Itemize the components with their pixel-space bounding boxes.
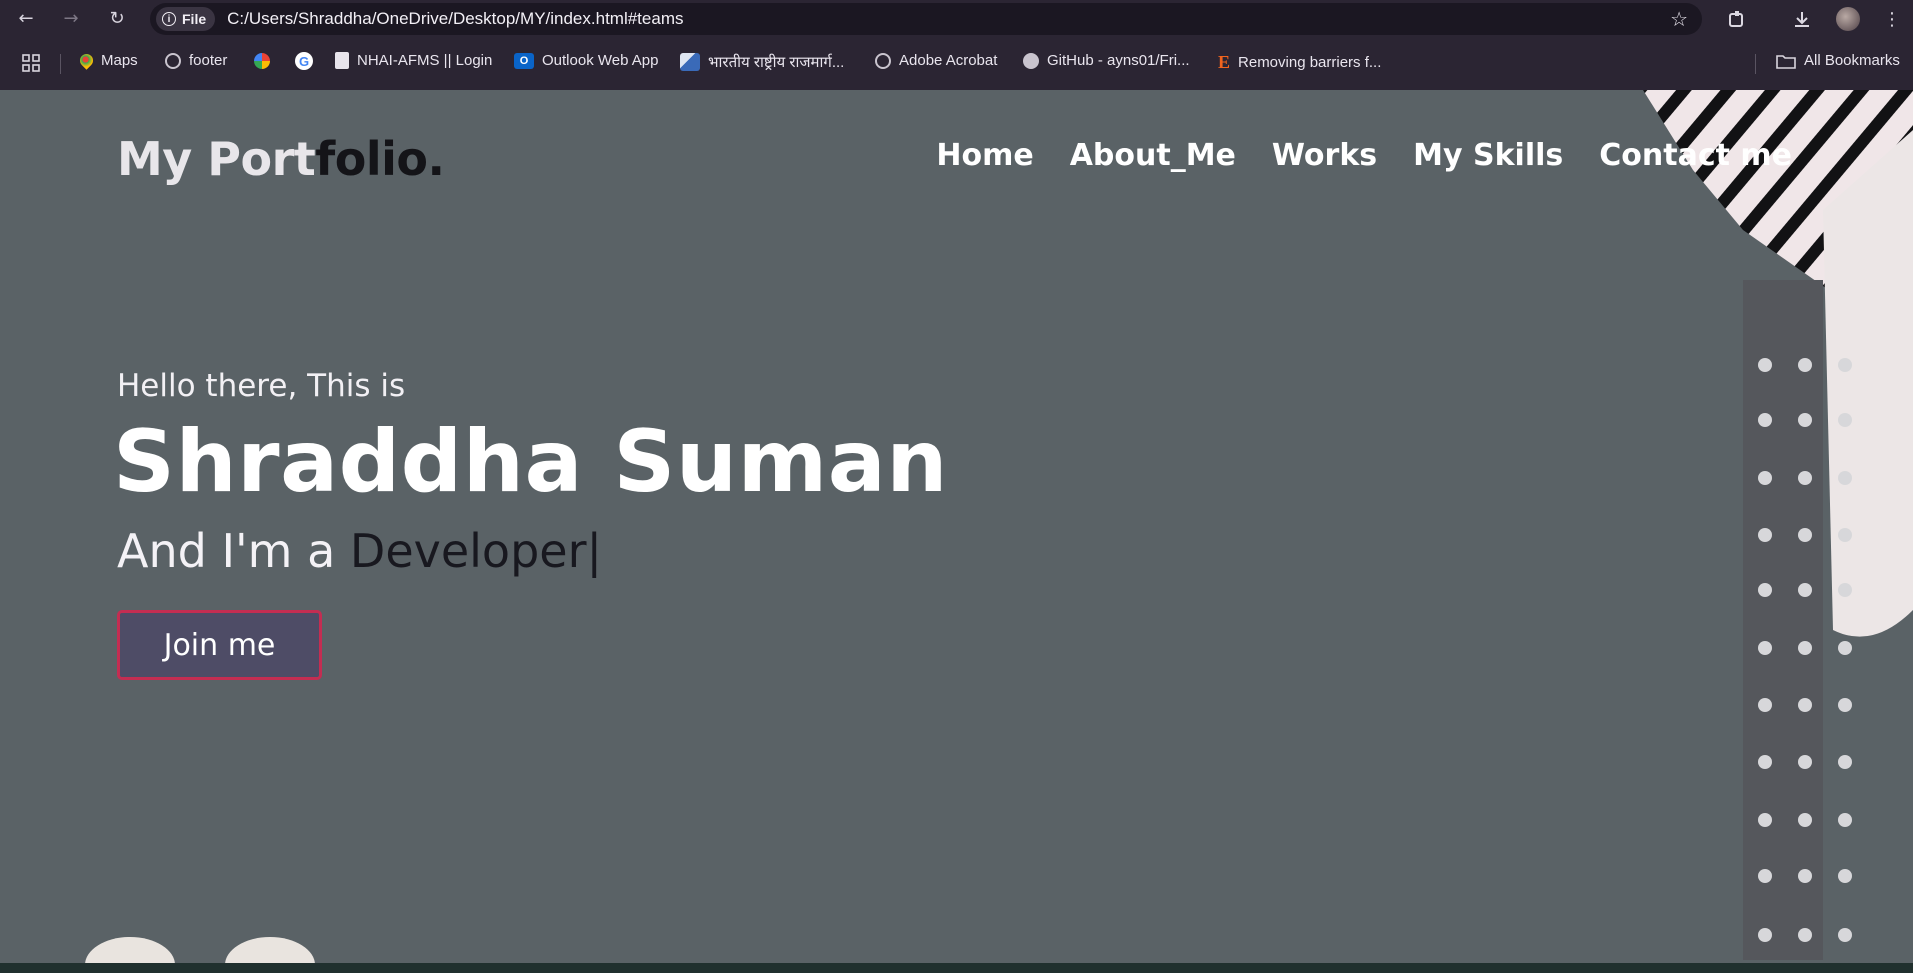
bookmark-star-icon[interactable]: ☆ — [1670, 7, 1688, 31]
url-text[interactable]: C:/Users/Shraddha/OneDrive/Desktop/MY/in… — [227, 9, 683, 29]
bookmarks-divider — [1755, 54, 1756, 74]
bookmark-label: Removing barriers f... — [1238, 54, 1382, 71]
bookmark-removing-barriers[interactable]: E Removing barriers f... — [1218, 52, 1381, 73]
folder-icon — [1776, 54, 1796, 69]
bookmark-google[interactable]: G — [295, 52, 313, 70]
info-icon: i — [162, 12, 176, 26]
portfolio-page: My Portfolio. Home About_Me Works My Ski… — [0, 90, 1913, 963]
maps-pin-icon — [77, 51, 96, 70]
taskbar-edge — [0, 963, 1913, 973]
join-me-button[interactable]: Join me — [117, 610, 322, 680]
globe-icon — [875, 52, 891, 69]
bookmark-outlook[interactable]: O Outlook Web App — [514, 52, 658, 69]
browser-toolbar: ← → ↻ i File C:/Users/Shraddha/OneDrive/… — [0, 0, 1913, 38]
hero-role: And I'm a Developer| — [117, 524, 602, 578]
outlook-icon: O — [514, 52, 534, 69]
bookmark-label: GitHub - ayns01/Fri... — [1047, 52, 1190, 69]
bookmark-adobe-acrobat[interactable]: Adobe Acrobat — [875, 52, 997, 69]
google-icon: G — [295, 52, 313, 70]
site-info-chip[interactable]: i File — [156, 7, 216, 31]
bookmark-nhai-hindi[interactable]: भारतीय राष्ट्रीय राजमार्ग... — [680, 52, 844, 72]
menu-kebab-icon[interactable]: ⋮ — [1878, 5, 1906, 33]
logo-text-dark: folio. — [315, 132, 445, 186]
profile-avatar[interactable] — [1834, 5, 1862, 33]
back-arrow-icon[interactable]: ← — [14, 6, 38, 30]
decorative-shape — [85, 937, 315, 963]
all-bookmarks[interactable]: All Bookmarks — [1776, 52, 1900, 69]
nav-home[interactable]: Home — [936, 138, 1033, 173]
bookmark-label: NHAI-AFMS || Login — [357, 52, 493, 69]
nav-my-skills[interactable]: My Skills — [1413, 138, 1563, 173]
bookmark-label: Maps — [101, 52, 138, 69]
extensions-icon[interactable] — [1723, 5, 1751, 33]
role-prefix: And I'm a — [117, 524, 350, 578]
bookmark-label: भारतीय राष्ट्रीय राजमार्ग... — [708, 54, 845, 71]
bookmarks-divider — [60, 54, 61, 74]
hero-background-illustration — [1643, 90, 1913, 960]
document-icon — [335, 52, 349, 69]
nav-works[interactable]: Works — [1272, 138, 1377, 173]
site-logo[interactable]: My Portfolio. — [117, 132, 445, 186]
nhai-logo-icon — [680, 53, 700, 71]
file-chip-label: File — [182, 11, 207, 27]
logo-text-light: My Port — [117, 132, 316, 186]
typing-cursor: | — [586, 524, 603, 578]
bookmarks-bar: Maps footer G NHAI-AFMS || Login O Outlo… — [0, 38, 1913, 90]
avatar — [1836, 7, 1860, 31]
bookmark-label: Adobe Acrobat — [899, 52, 998, 69]
hero-name: Shraddha Suman — [113, 412, 948, 512]
bookmark-label: Outlook Web App — [542, 52, 659, 69]
etsy-icon: E — [1218, 52, 1231, 72]
globe-icon — [165, 52, 181, 69]
forward-arrow-icon[interactable]: → — [59, 6, 83, 30]
bookmark-label: footer — [189, 52, 228, 69]
all-bookmarks-label: All Bookmarks — [1804, 52, 1900, 69]
apps-grid-icon[interactable] — [22, 54, 40, 72]
role-typed-text: Developer — [349, 524, 587, 578]
github-icon — [1023, 52, 1039, 69]
bookmark-footer[interactable]: footer — [165, 52, 227, 69]
bookmark-github[interactable]: GitHub - ayns01/Fri... — [1023, 52, 1190, 69]
nav-about-me[interactable]: About_Me — [1070, 138, 1236, 173]
bookmark-maps[interactable]: Maps — [77, 51, 138, 70]
hero-greeting: Hello there, This is — [117, 368, 406, 404]
site-nav: Home About_Me Works My Skills Contact me — [936, 138, 1792, 173]
nav-contact-me[interactable]: Contact me — [1599, 138, 1792, 173]
bookmark-nhai-afms[interactable]: NHAI-AFMS || Login — [335, 52, 492, 69]
pinwheel-icon — [254, 53, 270, 69]
reload-icon[interactable]: ↻ — [105, 6, 129, 30]
bookmark-pinwheel[interactable] — [253, 52, 271, 70]
address-bar[interactable]: i File C:/Users/Shraddha/OneDrive/Deskto… — [150, 3, 1702, 35]
downloads-icon[interactable] — [1788, 5, 1816, 33]
